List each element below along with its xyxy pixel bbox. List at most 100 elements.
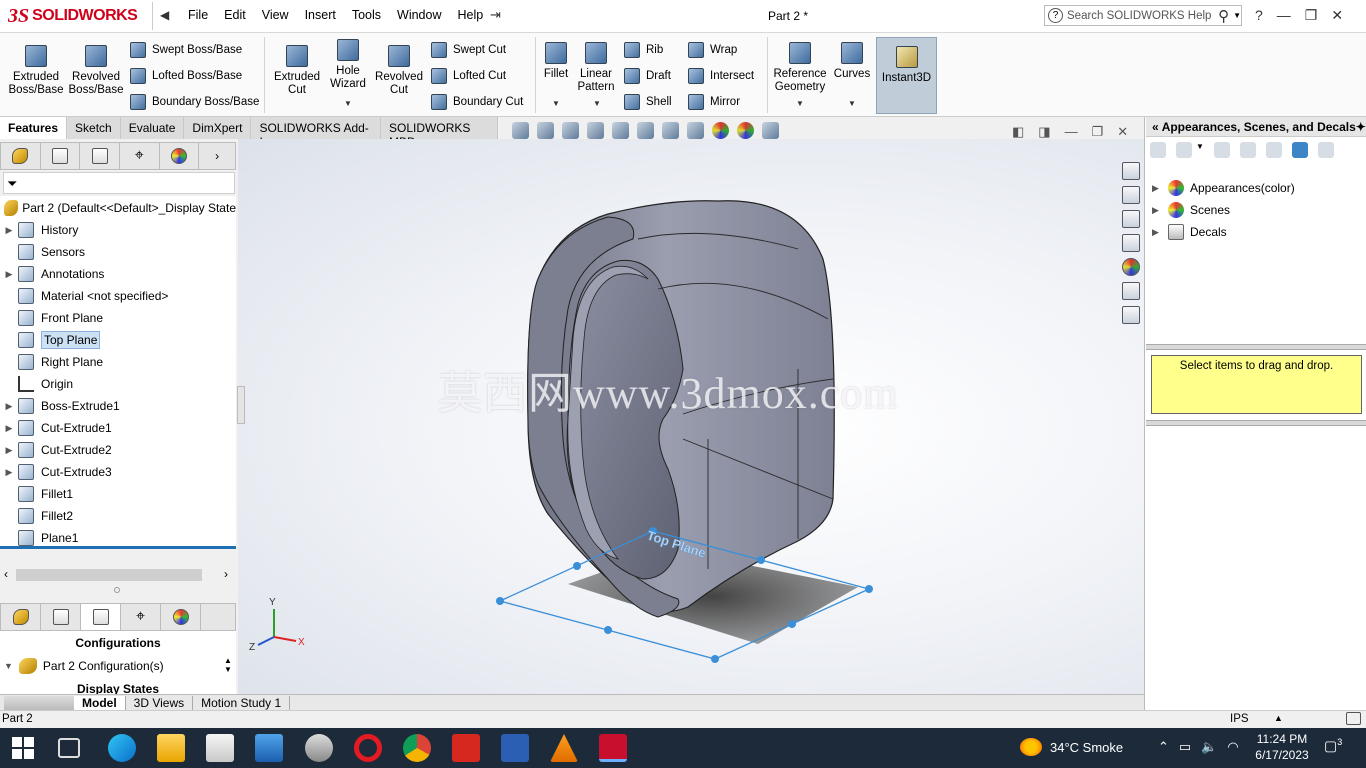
search-dropdown-icon[interactable]: ▼ — [1233, 11, 1241, 20]
tree-item-right-plane[interactable]: Right Plane — [0, 351, 236, 373]
pane-splitter-handle[interactable] — [114, 587, 120, 593]
expand-arrow-icon[interactable]: ▶ — [1152, 205, 1162, 216]
tree-item-annotations[interactable]: ▶ Annotations — [0, 263, 236, 285]
tab-model[interactable]: Model — [74, 695, 126, 710]
tab-dimxpertmanager-lower[interactable]: ⌖ — [121, 604, 161, 630]
graphics-area[interactable]: Top Plane Y X Z 莫西网www.3dmox.com — [238, 139, 1144, 695]
task-view-icon[interactable] — [58, 738, 80, 758]
solidworks-taskbar-icon[interactable] — [599, 734, 627, 762]
menu-tools[interactable]: Tools — [344, 8, 389, 22]
tree-item-fillet2[interactable]: Fillet2 — [0, 505, 236, 527]
apply-scene-icon[interactable] — [737, 122, 754, 139]
battery-icon[interactable]: ▭ — [1179, 739, 1191, 755]
tab-configurationmanager[interactable] — [80, 143, 120, 169]
plane-handle[interactable] — [496, 597, 504, 605]
vlc-player-icon[interactable] — [550, 734, 578, 762]
instant3d-button[interactable]: Instant3D — [876, 37, 937, 114]
wrap-button[interactable]: Wrap — [688, 42, 737, 58]
tab-propertymanager[interactable] — [41, 143, 81, 169]
tab-3d-views[interactable]: 3D Views — [126, 695, 194, 710]
plane-handle[interactable] — [711, 655, 719, 663]
menu-view[interactable]: View — [254, 8, 297, 22]
curves-button[interactable]: Curves — [832, 42, 872, 81]
tree-item-cut-extrude1[interactable]: ▶ Cut-Extrude1 — [0, 417, 236, 439]
previous-view-icon[interactable] — [562, 122, 579, 139]
tree-item-top-plane[interactable]: Top Plane — [0, 329, 236, 351]
linear-pattern-button[interactable]: Linear Pattern — [574, 42, 618, 94]
tab-featuremanager-lower[interactable] — [1, 604, 41, 630]
unit-system-arrow-icon[interactable]: ▲ — [1274, 713, 1283, 723]
tree-item-material[interactable]: Material <not specified> — [0, 285, 236, 307]
tab-propertymanager-lower[interactable] — [41, 604, 81, 630]
tree-root-part[interactable]: Part 2 (Default<<Default>_Display State — [0, 198, 236, 218]
tab-addins[interactable]: SOLIDWORKS Add-Ins — [251, 117, 382, 149]
rollback-bar[interactable] — [0, 546, 236, 549]
solidworks-resources-icon[interactable] — [1122, 162, 1140, 180]
tab-displaymanager[interactable] — [160, 143, 200, 169]
tab-features[interactable]: Features — [0, 117, 68, 139]
expand-arrow-icon[interactable]: ▶ — [0, 445, 18, 456]
fillet-button[interactable]: Fillet — [540, 42, 572, 81]
tab-evaluate[interactable]: Evaluate — [120, 117, 185, 139]
reference-geometry-button[interactable]: Reference Geometry — [771, 42, 829, 94]
volume-icon[interactable]: 🔈 — [1201, 739, 1217, 755]
task-pane-splitter[interactable] — [1146, 344, 1366, 350]
rib-button[interactable]: Rib — [624, 42, 663, 58]
swept-cut-button[interactable]: Swept Cut — [431, 42, 506, 58]
tree-horizontal-scrollbar[interactable]: ‹ › — [0, 566, 236, 584]
design-library-icon[interactable] — [1122, 186, 1140, 204]
add-folder-icon[interactable] — [1265, 142, 1282, 158]
wifi-icon[interactable]: ◠ — [1227, 739, 1238, 755]
menu-edit[interactable]: Edit — [216, 8, 254, 22]
store-icon[interactable] — [206, 734, 234, 762]
plane-handle[interactable] — [604, 626, 612, 634]
expand-arrow-icon[interactable]: ▶ — [0, 269, 18, 280]
display-style-icon[interactable] — [662, 122, 679, 139]
app-swirl-icon[interactable] — [305, 734, 333, 762]
add-to-library-icon[interactable] — [1213, 142, 1230, 158]
intersect-button[interactable]: Intersect — [688, 68, 754, 84]
task-item-decals[interactable]: ▶ Decals — [1152, 224, 1227, 240]
hole-wizard-dropdown-icon[interactable]: ▼ — [344, 99, 352, 108]
filter-icon[interactable]: ⏷ — [7, 176, 17, 192]
tile-right-icon[interactable]: ◨ — [1038, 124, 1050, 140]
tree-item-cut-extrude3[interactable]: ▶ Cut-Extrude3 — [0, 461, 236, 483]
minimize-icon[interactable]: — — [1277, 7, 1291, 24]
tab-mbd[interactable]: SOLIDWORKS MBD — [381, 117, 498, 149]
task-pane-splitter-lower[interactable] — [1146, 420, 1366, 426]
revolved-cut-button[interactable]: Revolved Cut — [372, 45, 426, 97]
forward-icon[interactable] — [1176, 142, 1192, 158]
tab-dimxpert[interactable]: DimXpert — [184, 117, 252, 139]
tab-configurationmanager-lower[interactable] — [81, 604, 121, 630]
history-dropdown-icon[interactable]: ▼ — [1196, 142, 1204, 158]
view-settings-icon[interactable] — [762, 122, 779, 139]
shell-button[interactable]: Shell — [624, 94, 672, 110]
view-palette-icon[interactable] — [1122, 234, 1140, 252]
plane-handle[interactable] — [865, 585, 873, 593]
scroll-thumb[interactable] — [16, 569, 202, 581]
expand-arrow-icon[interactable]: ▶ — [1152, 227, 1162, 238]
viewport-close-icon[interactable]: ✕ — [1117, 124, 1128, 140]
tab-displaymanager-lower[interactable] — [161, 604, 201, 630]
viewport-minimize-icon[interactable]: — — [1065, 124, 1078, 140]
tree-item-origin[interactable]: Origin — [0, 373, 236, 395]
restore-icon[interactable]: ❐ — [1305, 7, 1318, 24]
expand-arrow-icon[interactable]: ▶ — [0, 467, 18, 478]
scroll-right-icon[interactable]: › — [224, 567, 228, 581]
edge-browser-icon[interactable] — [108, 734, 136, 762]
expand-arrow-icon[interactable]: ▶ — [1152, 183, 1162, 194]
menu-insert[interactable]: Insert — [297, 8, 344, 22]
pin-pane-icon[interactable]: ✦ — [1356, 120, 1366, 134]
file-explorer-taskbar-icon[interactable] — [157, 734, 185, 762]
mirror-button[interactable]: Mirror — [688, 94, 740, 110]
task-item-appearances[interactable]: ▶ Appearances(color) — [1152, 180, 1295, 196]
tree-item-cut-extrude2[interactable]: ▶ Cut-Extrude2 — [0, 439, 236, 461]
plane-handle[interactable] — [757, 556, 765, 564]
tile-left-icon[interactable]: ◧ — [1012, 124, 1024, 140]
collapse-arrow-icon[interactable]: ▼ — [4, 661, 13, 671]
help-search-box[interactable]: ? Search SOLIDWORKS Help ⚲ ▼ — [1044, 5, 1242, 26]
draft-button[interactable]: Draft — [624, 68, 671, 84]
mail-icon[interactable] — [255, 734, 283, 762]
notification-center-icon[interactable]: ▢3 — [1324, 737, 1342, 755]
file-explorer-icon[interactable] — [1122, 210, 1140, 228]
